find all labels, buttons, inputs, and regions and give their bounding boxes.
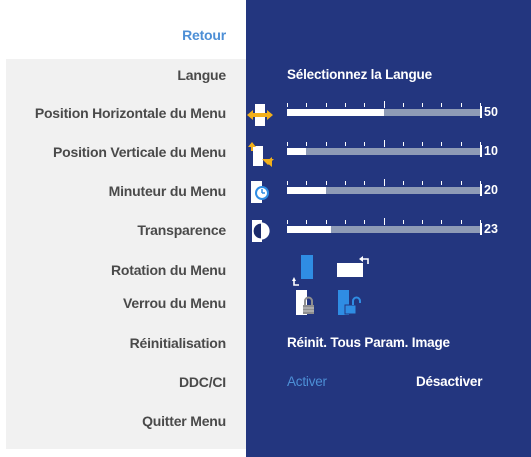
transparency-value: 23	[484, 222, 498, 236]
slider-tick	[326, 220, 327, 224]
menu-item-reset[interactable]: Réinitialisation	[130, 335, 227, 351]
reset-all-settings[interactable]: Réinit. Tous Param. Image	[287, 335, 450, 350]
vertical-position-icon	[248, 142, 274, 167]
horizontal-position-slider-fill	[287, 109, 384, 116]
slider-tick	[403, 181, 404, 185]
transparency-slider[interactable]	[287, 226, 480, 233]
slider-tick	[461, 181, 462, 185]
slider-tick	[384, 101, 385, 108]
menu-timer-slider-end	[480, 184, 482, 196]
slider-tick	[422, 220, 423, 224]
vertical-position-slider-fill	[287, 148, 306, 155]
ddcci-enable-option[interactable]: Activer	[287, 374, 327, 389]
horizontal-position-icon	[247, 104, 273, 126]
menu-item-langue[interactable]: Langue	[177, 67, 226, 83]
slider-tick	[384, 140, 385, 147]
slider-tick	[364, 103, 365, 107]
menu-item-menu-lock[interactable]: Verrou du Menu	[123, 295, 226, 311]
language-value[interactable]: Sélectionnez la Langue	[287, 67, 432, 82]
transparency-slider-ticks	[287, 218, 481, 225]
slider-tick	[287, 181, 288, 185]
horizontal-position-value: 50	[484, 105, 498, 119]
slider-tick	[287, 103, 288, 107]
slider-tick	[384, 218, 385, 225]
osd-menu: Retour Langue Position Horizontale du Me…	[0, 0, 531, 457]
slider-tick	[287, 220, 288, 224]
menu-item-retour[interactable]: Retour	[182, 27, 226, 43]
slider-tick	[441, 103, 442, 107]
menu-timer-value: 20	[484, 183, 498, 197]
menu-item-ddcci[interactable]: DDC/CI	[179, 374, 226, 390]
slider-tick	[345, 142, 346, 146]
menu-timer-slider-ticks	[287, 179, 481, 186]
slider-tick	[422, 142, 423, 146]
slider-tick	[403, 142, 404, 146]
unlocked-icon[interactable]	[335, 288, 367, 318]
slider-tick	[461, 103, 462, 107]
slider-tick	[441, 220, 442, 224]
slider-tick	[441, 181, 442, 185]
timer-icon	[251, 181, 269, 203]
vertical-position-slider[interactable]	[287, 148, 480, 155]
menu-item-menu-timer[interactable]: Minuteur du Menu	[109, 183, 227, 199]
locked-icon[interactable]	[293, 288, 321, 318]
menu-item-transparency[interactable]: Transparence	[137, 222, 226, 238]
slider-tick	[345, 181, 346, 185]
landscape-rotation-icon[interactable]	[335, 255, 375, 283]
slider-tick	[364, 142, 365, 146]
slider-tick	[306, 103, 307, 107]
transparency-slider-end	[480, 223, 482, 235]
vertical-position-value: 10	[484, 144, 498, 158]
menu-timer-slider-fill	[287, 187, 326, 194]
slider-tick	[345, 103, 346, 107]
menu-item-horizontal-position[interactable]: Position Horizontale du Menu	[35, 105, 226, 121]
vertical-position-slider-ticks	[287, 140, 481, 147]
menu-item-menu-rotation[interactable]: Rotation du Menu	[111, 262, 226, 278]
slider-tick	[306, 142, 307, 146]
menu-item-exit[interactable]: Quitter Menu	[142, 413, 226, 429]
slider-tick	[345, 220, 346, 224]
menu-item-vertical-position[interactable]: Position Verticale du Menu	[53, 144, 226, 160]
slider-tick	[326, 142, 327, 146]
slider-tick	[306, 220, 307, 224]
horizontal-position-slider[interactable]	[287, 109, 480, 116]
slider-tick	[403, 103, 404, 107]
menu-timer-slider[interactable]	[287, 187, 480, 194]
portrait-rotation-icon[interactable]	[288, 254, 322, 288]
slider-tick	[461, 220, 462, 224]
horizontal-position-slider-end	[480, 106, 482, 118]
ddcci-disable-option[interactable]: Désactiver	[416, 374, 483, 389]
slider-tick	[326, 103, 327, 107]
slider-tick	[306, 181, 307, 185]
slider-tick	[326, 181, 327, 185]
slider-tick	[364, 181, 365, 185]
slider-tick	[364, 220, 365, 224]
slider-tick	[461, 142, 462, 146]
slider-tick	[403, 220, 404, 224]
transparency-icon	[252, 220, 270, 242]
slider-tick	[422, 181, 423, 185]
horizontal-position-slider-ticks	[287, 101, 481, 108]
slider-tick	[384, 179, 385, 186]
transparency-slider-fill	[287, 226, 331, 233]
slider-tick	[287, 142, 288, 146]
slider-tick	[441, 142, 442, 146]
slider-tick	[422, 103, 423, 107]
vertical-position-slider-end	[480, 145, 482, 157]
